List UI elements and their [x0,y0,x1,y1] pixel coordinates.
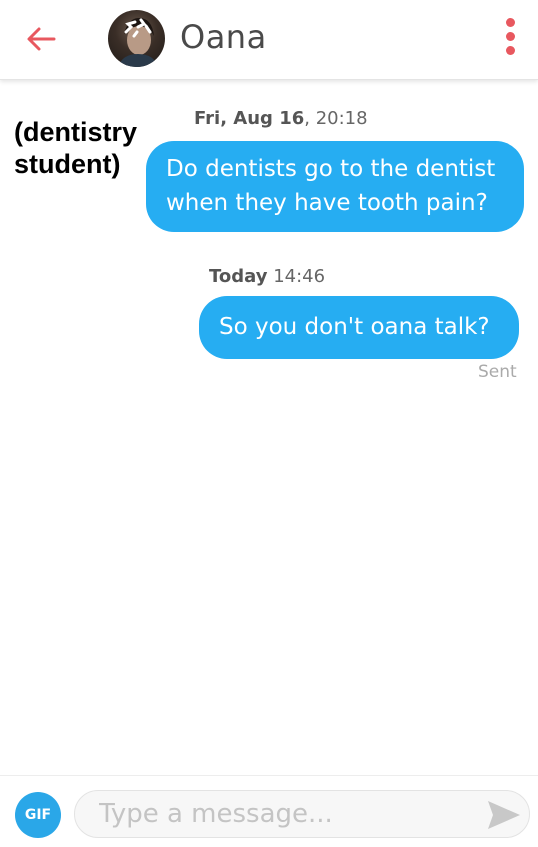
message-timestamp: Fri, Aug 16, 20:18 [194,108,368,129]
message-composer: GIF [0,775,538,847]
gif-button[interactable]: GIF [15,792,61,838]
arrow-left-icon [27,27,56,51]
send-icon [488,801,520,829]
send-button[interactable] [486,798,522,832]
avatar[interactable] [108,10,165,67]
message-input[interactable] [74,790,530,838]
overlay-caption: (dentistry student) [14,117,138,179]
message-timestamp: Today 14:46 [209,266,326,287]
sent-status: Sent [478,362,517,382]
more-options-button[interactable] [498,18,522,60]
chat-header: Oana [0,0,538,80]
contact-name[interactable]: Oana [180,18,267,56]
back-button[interactable] [24,24,58,54]
message-bubble[interactable]: Do dentists go to the dentist when they … [146,141,524,232]
message-bubble[interactable]: So you don't oana talk? [199,296,519,359]
